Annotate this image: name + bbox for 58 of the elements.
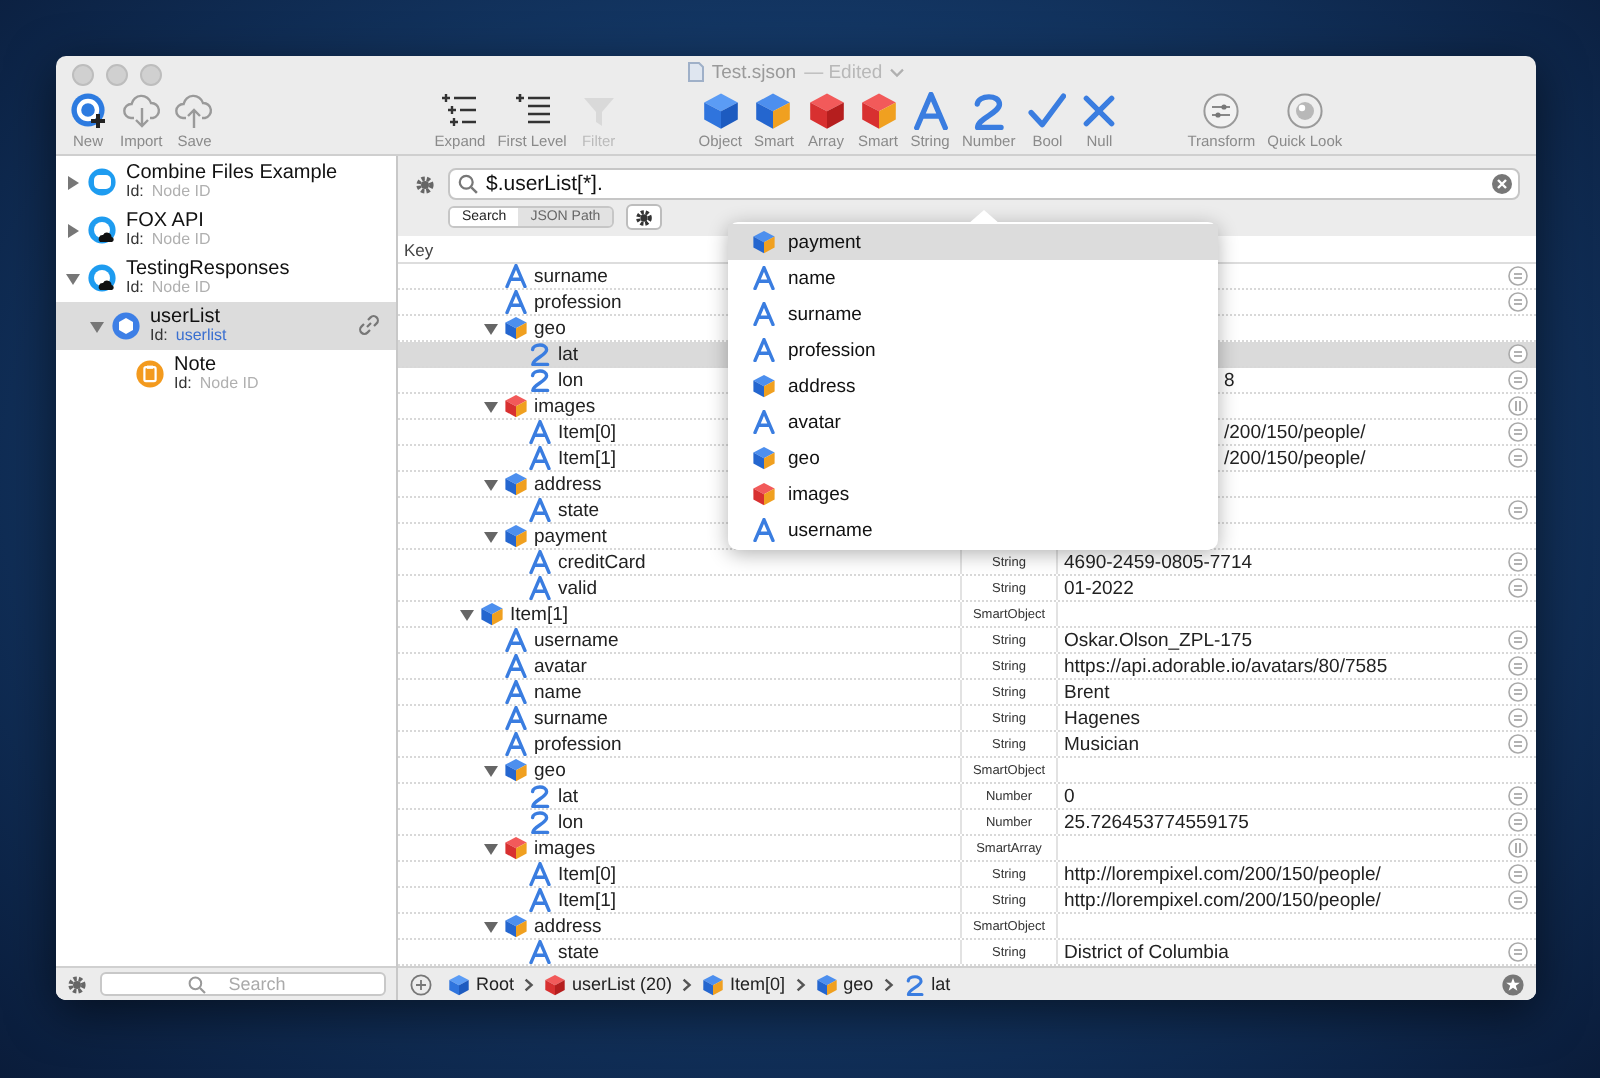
node-id: userlist — [175, 328, 227, 346]
row-value: Oskar.Olson_ZPL-175 — [1064, 629, 1252, 651]
row-key: lon — [558, 369, 584, 391]
node-id-placeholder: Node ID — [151, 184, 211, 202]
row-key: Item[0] — [558, 421, 617, 443]
row-value: /200/150/people/ — [1224, 447, 1366, 469]
row-key: surname — [534, 265, 608, 287]
row-key: profession — [534, 733, 622, 755]
row-value: 0 — [1064, 785, 1075, 807]
id-label: Id: — [126, 280, 144, 298]
id-label: Id: — [150, 328, 168, 346]
node-title: userList — [150, 306, 221, 329]
row-key: avatar — [534, 655, 587, 677]
row-key: creditCard — [558, 551, 646, 573]
row-key: Item[1] — [558, 447, 617, 469]
row-value: 01-2022 — [1064, 577, 1134, 599]
row-key: address — [534, 915, 602, 937]
row-key: Item[1] — [558, 889, 617, 911]
node-id-placeholder: Node ID — [151, 280, 211, 298]
row-value: http://lorempixel.com/200/150/people/ — [1064, 863, 1381, 885]
row-key: Item[1] — [510, 603, 569, 625]
row-value: Musician — [1064, 733, 1139, 755]
row-value: Brent — [1064, 681, 1110, 703]
node-id-placeholder: Node ID — [199, 376, 259, 394]
row-key: state — [558, 941, 600, 963]
row-key: lat — [558, 343, 579, 365]
row-value: 8 — [1224, 369, 1235, 391]
row-key: lat — [558, 785, 579, 807]
node-id-placeholder: Node ID — [151, 232, 211, 250]
row-key: username — [534, 629, 619, 651]
id-label: Id: — [174, 376, 192, 394]
row-key: surname — [534, 707, 608, 729]
node-title: Combine Files Example — [126, 162, 338, 185]
row-value: 4690-2459-0805-7714 — [1064, 551, 1253, 573]
row-key: profession — [534, 291, 622, 313]
row-key: lon — [558, 811, 584, 833]
row-key: Item[0] — [558, 863, 617, 885]
node-title: Note — [174, 354, 217, 377]
row-key: address — [534, 473, 602, 495]
node-title: FOX API — [126, 210, 206, 233]
row-key: payment — [534, 525, 607, 547]
row-value: https://api.adorable.io/avatars/80/7585 — [1064, 655, 1388, 677]
row-key: images — [534, 395, 596, 417]
row-value: District of Columbia — [1064, 941, 1229, 963]
id-label: Id: — [126, 184, 144, 202]
row-key: name — [534, 681, 582, 703]
row-value: /200/150/people/ — [1224, 421, 1366, 443]
row-value: Hagenes — [1064, 707, 1141, 729]
node-title: TestingResponses — [126, 258, 290, 281]
row-value: 25.726453774559175 — [1064, 811, 1249, 833]
row-key: geo — [534, 317, 566, 339]
id-label: Id: — [126, 232, 144, 250]
row-key: valid — [558, 577, 598, 599]
row-key: images — [534, 837, 596, 859]
row-key: geo — [534, 759, 566, 781]
row-value: http://lorempixel.com/200/150/people/ — [1064, 889, 1381, 911]
window-title: Test.sjson — [711, 61, 797, 83]
row-key: state — [558, 499, 600, 521]
